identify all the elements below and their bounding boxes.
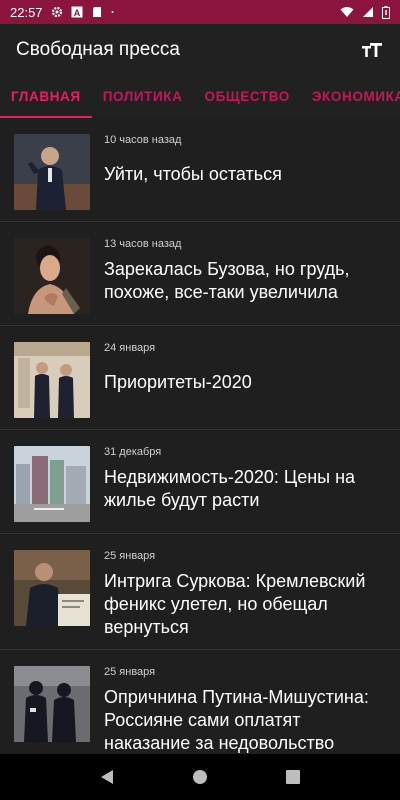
news-time: 10 часов назад xyxy=(104,134,182,146)
news-item[interactable]: 13 часов назад Зарекалась Бузова, но гру… xyxy=(0,222,400,326)
tab-society[interactable]: ОБЩЕСТВО xyxy=(194,76,301,118)
news-title: Опричнина Путина-Мишустина: Россияне сам… xyxy=(104,687,369,753)
back-button[interactable] xyxy=(97,767,117,787)
tab-main[interactable]: ГЛАВНАЯ xyxy=(0,76,92,118)
tab-economy[interactable]: ЭКОНОМИКА xyxy=(301,76,400,118)
news-time: 31 декабря xyxy=(104,446,162,458)
back-icon xyxy=(100,770,113,784)
text-size-button[interactable] xyxy=(360,38,384,62)
news-thumbnail xyxy=(14,342,90,418)
news-title: Интрига Суркова: Кремлевский феникс улет… xyxy=(104,571,366,637)
tab-politics[interactable]: ПОЛИТИКА xyxy=(92,76,194,118)
news-title: Недвижимость-2020: Цены на жилье будут р… xyxy=(104,467,356,510)
app-bar: Свободная пресса xyxy=(0,24,400,76)
news-time: 25 января xyxy=(104,550,156,562)
svg-text:A: A xyxy=(73,8,80,18)
app-title: Свободная пресса xyxy=(16,39,180,60)
home-icon xyxy=(192,770,207,784)
news-thumbnail xyxy=(14,550,90,626)
news-title: Зарекалась Бузова, но грудь, похоже, все… xyxy=(104,259,350,302)
news-thumbnail xyxy=(14,134,90,210)
gear-icon xyxy=(51,6,62,18)
status-time: 22:57 xyxy=(10,4,43,20)
status-bar: 22:57 A xyxy=(0,0,400,24)
recents-button[interactable] xyxy=(283,767,303,787)
news-thumbnail xyxy=(14,666,90,742)
category-tabs: ГЛАВНАЯ ПОЛИТИКА ОБЩЕСТВО ЭКОНОМИКА xyxy=(0,76,400,118)
news-time: 24 января xyxy=(104,342,156,354)
home-button[interactable] xyxy=(190,767,210,787)
news-time: 25 января xyxy=(104,666,156,678)
dot-icon xyxy=(111,11,114,13)
recents-icon xyxy=(286,770,301,784)
news-thumbnail xyxy=(14,238,90,314)
news-item[interactable]: 10 часов назад Уйти, чтобы остаться xyxy=(0,118,400,222)
text-size-icon xyxy=(362,43,382,57)
signal-icon xyxy=(363,7,373,17)
news-item[interactable]: 25 января Интрига Суркова: Кремлевский ф… xyxy=(0,534,400,650)
system-nav-bar xyxy=(0,754,400,800)
news-feed: 10 часов назад Уйти, чтобы остаться 13 ч… xyxy=(0,118,400,754)
battery-icon xyxy=(382,5,390,19)
wifi-icon xyxy=(340,7,354,17)
news-title: Уйти, чтобы остаться xyxy=(104,164,282,184)
news-item[interactable]: 31 декабря Недвижимость-2020: Цены на жи… xyxy=(0,430,400,534)
news-item[interactable]: 24 января Приоритеты-2020 xyxy=(0,326,400,430)
sd-card-icon xyxy=(92,7,101,17)
news-item[interactable]: 25 января Опричнина Путина-Мишустина: Ро… xyxy=(0,650,400,754)
news-time: 13 часов назад xyxy=(104,238,182,250)
font-a-icon: A xyxy=(71,6,83,18)
news-thumbnail xyxy=(14,446,90,522)
news-title: Приоритеты-2020 xyxy=(104,372,252,392)
